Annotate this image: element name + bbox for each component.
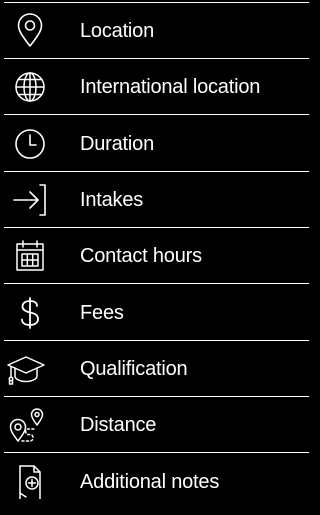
divider — [4, 452, 309, 453]
divider — [4, 283, 309, 284]
calendar-icon — [12, 238, 48, 274]
distance-pins-icon — [8, 407, 48, 443]
list-item-label: Intakes — [80, 189, 144, 211]
list-item-fees: Fees — [0, 286, 313, 341]
arrow-in-icon — [12, 182, 48, 218]
divider — [4, 58, 309, 59]
top-divider — [4, 2, 309, 3]
map-pin-icon — [12, 13, 48, 49]
list-item-intakes: Intakes — [0, 173, 313, 228]
divider — [4, 114, 309, 115]
list-item-contact-hours: Contact hours — [0, 229, 313, 284]
list-item-label: Distance — [80, 414, 157, 436]
dollar-icon — [12, 295, 48, 331]
list-item-label: Fees — [80, 302, 124, 324]
list-item-label: Duration — [80, 133, 154, 155]
globe-icon — [12, 69, 48, 105]
list-item-location: Location — [0, 4, 313, 59]
list-item-qualification: Qualification — [0, 342, 313, 397]
graduation-cap-icon — [6, 351, 46, 387]
divider — [4, 396, 309, 397]
list-item-label: Additional notes — [80, 471, 220, 493]
course-info-list: Location International location Duration — [0, 0, 313, 515]
list-item-distance: Distance — [0, 398, 313, 453]
list-item-label: International location — [80, 76, 261, 98]
list-item-additional-notes: Additional notes — [0, 455, 313, 515]
list-item-label: Contact hours — [80, 245, 202, 267]
list-item-label: Qualification — [80, 358, 188, 380]
list-item-international-location: International location — [0, 60, 313, 115]
divider — [4, 171, 309, 172]
list-item-label: Location — [80, 20, 155, 42]
divider — [4, 340, 309, 341]
add-note-icon — [12, 463, 48, 499]
clock-icon — [12, 126, 48, 162]
divider — [4, 227, 309, 228]
list-item-duration: Duration — [0, 117, 313, 172]
